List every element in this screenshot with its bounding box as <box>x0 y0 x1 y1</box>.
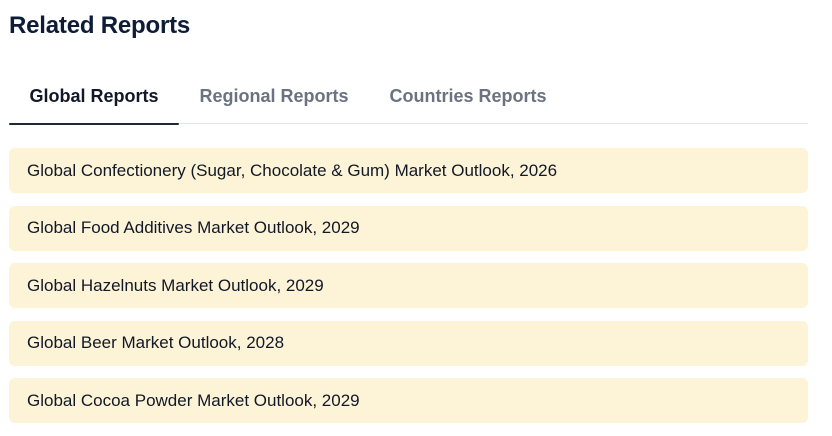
report-tabs: Global Reports Regional Reports Countrie… <box>9 68 808 125</box>
report-link[interactable]: Global Beer Market Outlook, 2028 <box>9 320 808 366</box>
section-title: Related Reports <box>9 12 191 39</box>
report-link[interactable]: Global Confectionery (Sugar, Chocolate &… <box>9 148 808 193</box>
report-link[interactable]: Global Hazelnuts Market Outlook, 2029 <box>9 263 808 308</box>
report-link[interactable]: Global Cocoa Powder Market Outlook, 2029 <box>9 378 808 423</box>
tab-regional-reports[interactable]: Regional Reports <box>187 68 361 124</box>
report-list: Global Confectionery (Sugar, Chocolate &… <box>9 148 808 436</box>
tab-global-reports[interactable]: Global Reports <box>9 68 179 125</box>
related-reports-section: Related Reports Global Reports Regional … <box>0 0 832 436</box>
tab-countries-reports[interactable]: Countries Reports <box>377 68 559 124</box>
report-link[interactable]: Global Food Additives Market Outlook, 20… <box>9 205 808 251</box>
